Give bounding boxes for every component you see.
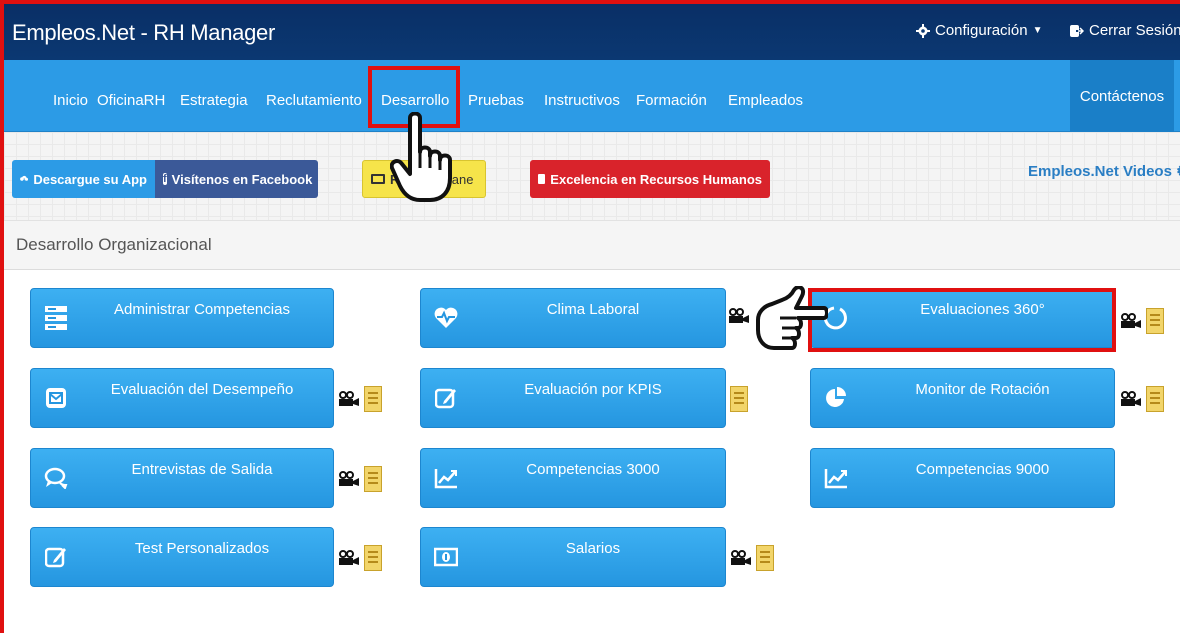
logout-icon: [1070, 24, 1084, 37]
main-nav: Inicio OficinaRH Estrategia Reclutamient…: [4, 60, 1180, 132]
app-title: Empleos.Net - RH Manager: [12, 20, 276, 45]
nav-empleados[interactable]: Empleados: [728, 92, 803, 109]
facebook-icon: f: [163, 173, 167, 185]
tile-entrevistas-salida[interactable]: Entrevistas de Salida: [30, 448, 334, 508]
config-label: Configuración: [935, 22, 1028, 39]
nav-oficinarh[interactable]: OficinaRH: [97, 92, 165, 109]
tile-extras: [338, 545, 382, 571]
money-icon: [371, 174, 385, 184]
money-icon: [431, 542, 461, 572]
tile-extras: [338, 466, 382, 492]
server-icon: [41, 303, 71, 333]
nav-formacion[interactable]: Formación: [636, 92, 707, 109]
logout-label: Cerrar Sesión: [1089, 22, 1180, 39]
tile-extras: [730, 545, 774, 571]
nav-estrategia[interactable]: Estrategia: [180, 92, 248, 109]
facebook-button[interactable]: f Visítenos en Facebook: [155, 160, 318, 198]
tile-label: Entrevistas de Salida: [131, 461, 273, 478]
download-app-label: Descargue su App: [33, 171, 147, 187]
tile-label: Salarios: [565, 540, 621, 557]
tile-label: Evaluación por KPIS: [524, 381, 662, 398]
video-camera-icon[interactable]: [338, 550, 360, 566]
pointing-hand-right-icon: [756, 286, 828, 350]
line-chart-icon: [821, 463, 851, 493]
document-icon[interactable]: [364, 386, 382, 412]
document-icon[interactable]: [1146, 386, 1164, 412]
video-camera-icon[interactable]: [1120, 391, 1142, 407]
panel-title: Desarrollo Organizacional: [16, 235, 212, 254]
tile-extras: [1120, 386, 1164, 412]
document-icon[interactable]: [730, 386, 748, 412]
comments-icon: [41, 463, 71, 493]
videos-link[interactable]: Empleos.Net Videos ⚙: [1028, 162, 1180, 180]
tile-administrar-competencias[interactable]: Administrar Competencias: [30, 288, 334, 348]
nav-instructivos[interactable]: Instructivos: [544, 92, 620, 109]
tile-label: Monitor de Rotación: [915, 381, 1050, 398]
video-camera-icon[interactable]: [728, 308, 750, 324]
gear-icon: ⚙: [1176, 163, 1180, 180]
nav-contactenos[interactable]: Contáctenos: [1070, 60, 1174, 132]
nav-reclutamiento[interactable]: Reclutamiento: [266, 92, 362, 109]
excelencia-button[interactable]: Excelencia en Recursos Humanos: [530, 160, 770, 198]
briefcase-icon: [538, 174, 546, 184]
top-header: Empleos.Net - RH Manager Configuración ▼…: [4, 4, 1180, 60]
video-camera-icon[interactable]: [730, 550, 752, 566]
document-icon[interactable]: [364, 466, 382, 492]
config-menu[interactable]: Configuración ▼: [916, 22, 1042, 39]
nav-inicio[interactable]: Inicio: [53, 92, 88, 109]
tile-label: Evaluación del Desempeño: [110, 381, 294, 398]
tile-label: Administrar Competencias: [114, 301, 290, 318]
nav-pruebas[interactable]: Pruebas: [468, 92, 524, 109]
tile-test-personalizados[interactable]: Test Personalizados: [30, 527, 334, 587]
download-app-button[interactable]: Descargue su App: [12, 160, 155, 198]
document-icon[interactable]: [1146, 308, 1164, 334]
caret-down-icon: ▼: [1032, 25, 1043, 36]
panel-heading: Desarrollo Organizacional: [4, 220, 1180, 270]
tile-evaluacion-desempeno[interactable]: Evaluación del Desempeño: [30, 368, 334, 428]
tile-evaluacion-kpis[interactable]: Evaluación por KPIS: [420, 368, 726, 428]
promo-toolbar: Descargue su App f Visítenos en Facebook…: [4, 132, 1180, 220]
excelencia-label: Excelencia en Recursos Humanos: [550, 171, 762, 187]
document-icon[interactable]: [364, 545, 382, 571]
tile-label: Competencias 3000: [526, 461, 660, 478]
document-icon[interactable]: [756, 545, 774, 571]
line-chart-icon: [431, 463, 461, 493]
video-camera-icon[interactable]: [338, 391, 360, 407]
heartbeat-icon: [431, 303, 461, 333]
logout-link[interactable]: Cerrar Sesión: [1070, 22, 1180, 39]
pie-chart-icon: [821, 383, 851, 413]
videos-label: Empleos.Net Videos: [1028, 163, 1172, 180]
tile-extras: [338, 386, 382, 412]
gear-icon: [916, 23, 930, 38]
tile-competencias-3000[interactable]: Competencias 3000: [420, 448, 726, 508]
envelope-icon: [41, 383, 71, 413]
edit-icon: [41, 542, 71, 572]
tile-extras: [728, 308, 750, 324]
pointing-hand-icon: [390, 112, 452, 202]
tile-salarios[interactable]: Salarios: [420, 527, 726, 587]
tile-competencias-9000[interactable]: Competencias 9000: [810, 448, 1115, 508]
facebook-label: Visítenos en Facebook: [171, 171, 313, 187]
tile-label: Clima Laboral: [546, 301, 640, 318]
video-camera-icon[interactable]: [338, 471, 360, 487]
tile-label: Test Personalizados: [134, 540, 270, 557]
cloud-download-icon: [20, 175, 29, 183]
tile-monitor-rotacion[interactable]: Monitor de Rotación: [810, 368, 1115, 428]
edit-icon: [431, 383, 461, 413]
highlight-box-evaluaciones: [808, 288, 1116, 352]
tile-clima-laboral[interactable]: Clima Laboral: [420, 288, 726, 348]
tile-extras: [1120, 308, 1164, 334]
tile-extras: [730, 386, 748, 412]
tile-label: Competencias 9000: [915, 461, 1050, 478]
video-camera-icon[interactable]: [1120, 313, 1142, 329]
